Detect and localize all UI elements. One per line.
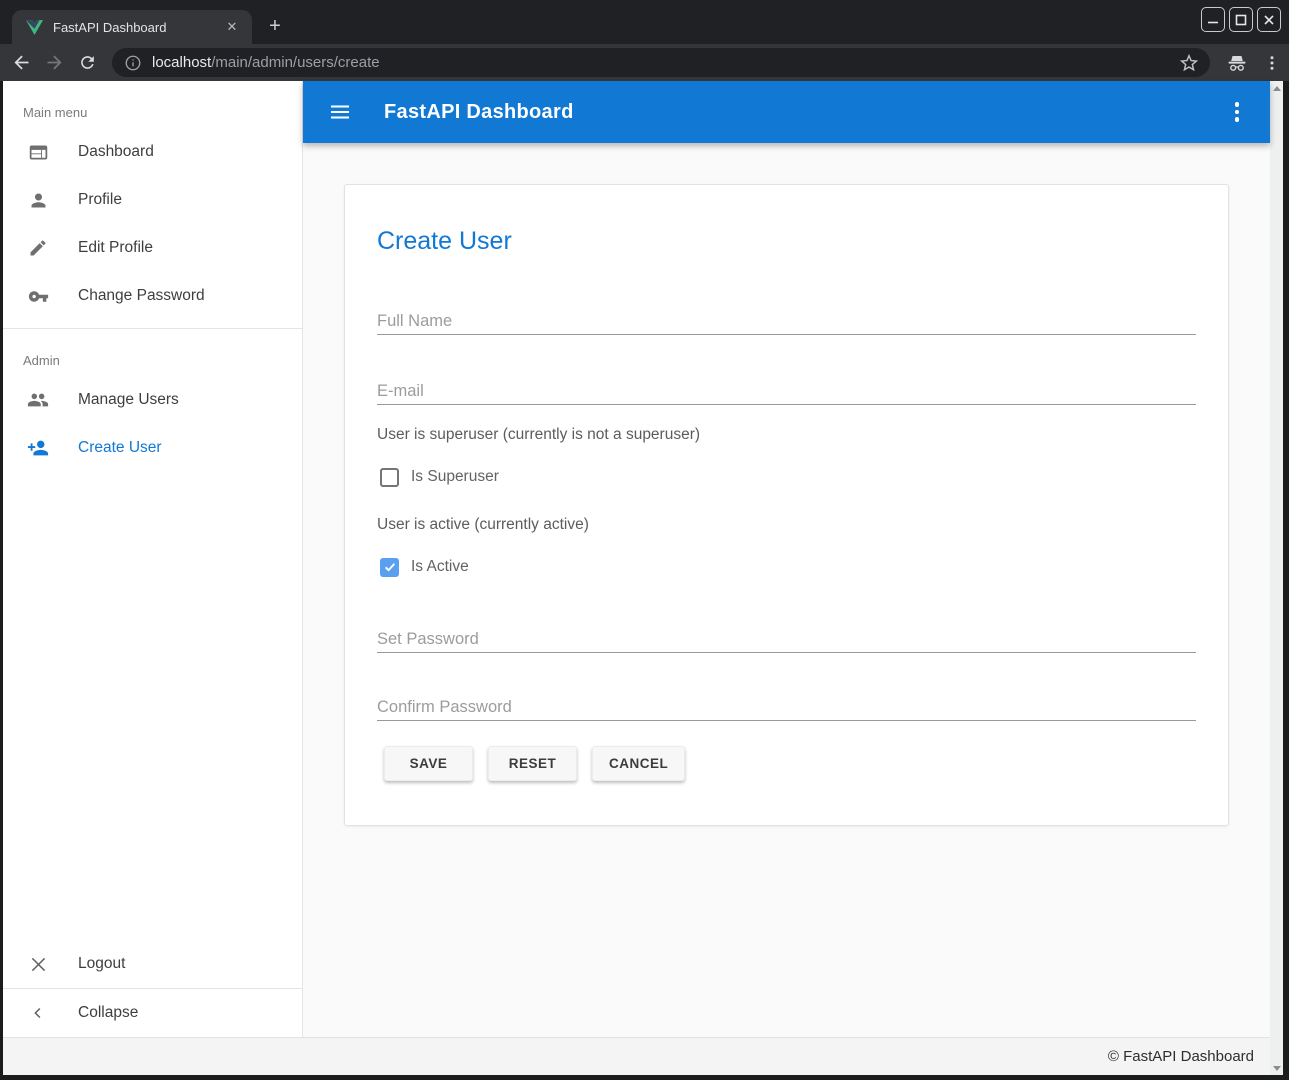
main-panel: FastAPI Dashboard Create User User is su… bbox=[303, 81, 1270, 1037]
url-text: localhost/main/admin/users/create bbox=[152, 54, 1178, 71]
sidebar-item-label: Collapse bbox=[78, 1004, 138, 1022]
sidebar-item-change-password[interactable]: Change Password bbox=[3, 272, 302, 320]
tab-strip: FastAPI Dashboard ✕ + bbox=[0, 0, 1289, 44]
sidebar-bottom: Logout Collapse bbox=[3, 940, 302, 1037]
appbar-title: FastAPI Dashboard bbox=[384, 101, 574, 124]
back-icon[interactable] bbox=[9, 51, 33, 75]
create-user-card: Create User User is superuser (currently… bbox=[344, 184, 1229, 826]
sidebar-item-label: Profile bbox=[78, 191, 122, 209]
is-active-row: Is Active bbox=[380, 557, 1196, 577]
is-active-checkbox[interactable] bbox=[380, 558, 399, 577]
browser-tab[interactable]: FastAPI Dashboard ✕ bbox=[12, 10, 252, 44]
reload-icon[interactable] bbox=[75, 51, 99, 75]
page-body: Create User User is superuser (currently… bbox=[303, 143, 1270, 1037]
forward-icon[interactable] bbox=[42, 51, 66, 75]
sidebar-item-label: Create User bbox=[78, 439, 162, 457]
is-active-label: Is Active bbox=[411, 558, 469, 576]
sidebar-item-edit-profile[interactable]: Edit Profile bbox=[3, 224, 302, 272]
page-content: Main menu Dashboard Profile Edit Profile bbox=[3, 81, 1283, 1075]
sidebar-item-collapse[interactable]: Collapse bbox=[3, 989, 302, 1037]
sidebar-item-label: Change Password bbox=[78, 287, 205, 305]
is-superuser-label: Is Superuser bbox=[411, 468, 499, 486]
cancel-button[interactable]: CANCEL bbox=[592, 746, 685, 781]
close-icon bbox=[26, 952, 50, 976]
app-footer: © FastAPI Dashboard bbox=[3, 1037, 1270, 1075]
window-controls bbox=[1201, 7, 1281, 32]
footer-text: © FastAPI Dashboard bbox=[1108, 1048, 1254, 1065]
save-button[interactable]: SAVE bbox=[384, 746, 473, 781]
web-icon bbox=[26, 140, 50, 164]
scroll-up-icon[interactable] bbox=[1270, 81, 1283, 95]
is-superuser-checkbox[interactable] bbox=[380, 468, 399, 487]
page-title: Create User bbox=[377, 227, 1196, 256]
full-name-input[interactable] bbox=[377, 308, 1196, 335]
sidebar-item-dashboard[interactable]: Dashboard bbox=[3, 128, 302, 176]
maximize-button[interactable] bbox=[1229, 7, 1253, 32]
sidebar-item-label: Manage Users bbox=[78, 391, 179, 409]
minimize-button[interactable] bbox=[1201, 7, 1225, 32]
new-tab-button[interactable]: + bbox=[262, 14, 288, 40]
appbar-menu-icon[interactable] bbox=[1232, 100, 1242, 124]
toolbar-right bbox=[1225, 48, 1281, 77]
people-icon bbox=[26, 388, 50, 412]
reset-button[interactable]: RESET bbox=[488, 746, 577, 781]
browser-toolbar: localhost/main/admin/users/create bbox=[0, 44, 1289, 81]
browser-window: FastAPI Dashboard ✕ + bbox=[0, 0, 1289, 1080]
appbar: FastAPI Dashboard bbox=[303, 81, 1270, 143]
sidebar-section-admin: Admin bbox=[3, 329, 302, 376]
pencil-icon bbox=[26, 236, 50, 260]
incognito-icon bbox=[1225, 51, 1249, 75]
person-icon bbox=[26, 188, 50, 212]
tab-close-icon[interactable]: ✕ bbox=[222, 17, 242, 37]
sidebar-item-profile[interactable]: Profile bbox=[3, 176, 302, 224]
bookmark-star-icon[interactable] bbox=[1178, 52, 1200, 74]
hamburger-menu-icon[interactable] bbox=[328, 100, 352, 124]
chevron-left-icon bbox=[26, 1001, 50, 1025]
vue-favicon-icon bbox=[26, 20, 43, 35]
check-icon bbox=[383, 560, 397, 574]
confirm-password-input[interactable] bbox=[377, 694, 1196, 721]
email-input[interactable] bbox=[377, 378, 1196, 405]
tab-title: FastAPI Dashboard bbox=[53, 20, 222, 35]
browser-menu-icon[interactable] bbox=[1263, 54, 1281, 72]
is-superuser-row: Is Superuser bbox=[380, 467, 1196, 487]
url-path: /main/admin/users/create bbox=[211, 54, 379, 71]
site-info-icon[interactable] bbox=[124, 54, 142, 72]
sidebar-item-label: Dashboard bbox=[78, 143, 154, 161]
sidebar-item-label: Logout bbox=[78, 955, 125, 973]
sidebar-item-create-user[interactable]: Create User bbox=[3, 424, 302, 472]
sidebar-item-logout[interactable]: Logout bbox=[3, 940, 302, 988]
sidebar-item-label: Edit Profile bbox=[78, 239, 153, 257]
address-bar[interactable]: localhost/main/admin/users/create bbox=[112, 48, 1210, 77]
scroll-down-icon[interactable] bbox=[1270, 1061, 1283, 1075]
active-note: User is active (currently active) bbox=[377, 516, 1196, 534]
page-scrollbar[interactable] bbox=[1270, 81, 1283, 1075]
sidebar-item-manage-users[interactable]: Manage Users bbox=[3, 376, 302, 424]
sidebar-section-main-menu: Main menu bbox=[3, 81, 302, 128]
key-icon bbox=[26, 284, 50, 308]
superuser-note: User is superuser (currently is not a su… bbox=[377, 426, 1196, 444]
sidebar: Main menu Dashboard Profile Edit Profile bbox=[3, 81, 303, 1037]
set-password-input[interactable] bbox=[377, 626, 1196, 653]
form-actions: SAVE RESET CANCEL bbox=[384, 746, 1196, 781]
url-host: localhost bbox=[152, 54, 211, 71]
person-add-icon bbox=[26, 436, 50, 460]
close-button[interactable] bbox=[1257, 7, 1281, 32]
